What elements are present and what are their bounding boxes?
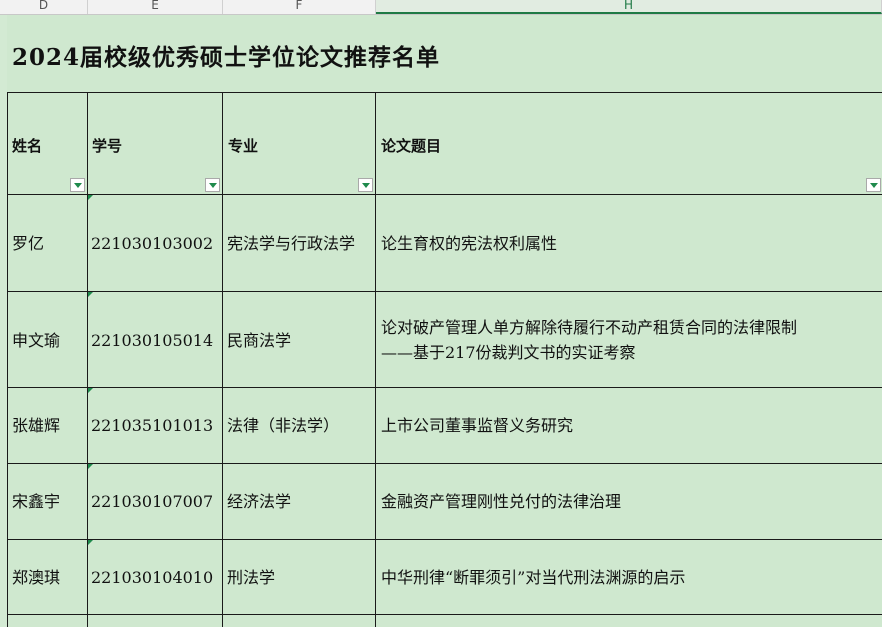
cell-thesis-title[interactable]: 中华刑律“断罪须引”对当代刑法渊源的启示 [381, 566, 685, 590]
filter-dropdown-icon[interactable] [358, 178, 373, 192]
column-header-e[interactable]: E [88, 0, 223, 14]
cell-major[interactable]: 宪法学与行政法学 [227, 232, 355, 256]
cell-name[interactable]: 罗亿 [12, 232, 44, 256]
row-header-strip [0, 15, 7, 627]
header-major[interactable]: 专业 [228, 134, 258, 158]
header-student-id[interactable]: 学号 [92, 134, 122, 158]
column-header-f[interactable]: F [223, 0, 376, 14]
sheet-title[interactable]: 2024届校级优秀硕士学位论文推荐名单 [12, 38, 440, 72]
cell-major[interactable]: 法律（非法学） [227, 414, 339, 438]
filter-dropdown-icon[interactable] [70, 178, 85, 192]
grid-line [222, 92, 223, 627]
header-name[interactable]: 姓名 [12, 134, 42, 158]
cell-name[interactable]: 郑澳琪 [12, 566, 60, 590]
grid-line [7, 614, 882, 615]
cell-name[interactable]: 申文瑜 [12, 329, 60, 353]
cell-student-id[interactable]: 221030107007 [91, 490, 213, 514]
cell-name[interactable]: 宋鑫宇 [12, 490, 60, 514]
column-header-h[interactable]: H [376, 0, 882, 14]
grid-line [7, 291, 882, 292]
grid-line [7, 92, 882, 93]
cell-name[interactable]: 张雄辉 [12, 414, 60, 438]
grid-line [7, 387, 882, 388]
number-as-text-indicator-icon [88, 195, 93, 200]
cell-thesis-title[interactable]: 论生育权的宪法权利属性 [381, 232, 557, 256]
cell-major[interactable]: 刑法学 [227, 566, 275, 590]
filter-dropdown-icon[interactable] [205, 178, 220, 192]
grid-line [375, 92, 376, 627]
cell-student-id[interactable]: 221030104010 [91, 566, 213, 590]
grid-line [7, 92, 8, 627]
number-as-text-indicator-icon [88, 464, 93, 469]
grid-line [7, 194, 882, 195]
grid-line [87, 92, 88, 627]
cell-thesis-title[interactable]: 金融资产管理刚性兑付的法律治理 [381, 490, 621, 514]
cell-student-id[interactable]: 221030103002 [91, 232, 213, 256]
column-header-bar: D E F H [0, 0, 882, 15]
header-thesis-title[interactable]: 论文题目 [381, 134, 441, 158]
column-header-d[interactable]: D [0, 0, 88, 14]
cell-thesis-title-line2[interactable]: ——基于217份裁判文书的实证考察 [381, 341, 636, 365]
cell-student-id[interactable]: 221035101013 [91, 414, 213, 438]
cell-thesis-title-line1[interactable]: 论对破产管理人单方解除待履行不动产租赁合同的法律限制 [381, 316, 797, 340]
cell-thesis-title[interactable]: 上市公司董事监督义务研究 [381, 414, 573, 438]
cell-major[interactable]: 民商法学 [227, 329, 291, 353]
filter-dropdown-icon[interactable] [866, 178, 881, 192]
number-as-text-indicator-icon [88, 388, 93, 393]
number-as-text-indicator-icon [88, 540, 93, 545]
number-as-text-indicator-icon [88, 292, 93, 297]
cell-student-id[interactable]: 221030105014 [91, 329, 213, 353]
grid-line [7, 463, 882, 464]
grid-line [7, 539, 882, 540]
cell-major[interactable]: 经济法学 [227, 490, 291, 514]
